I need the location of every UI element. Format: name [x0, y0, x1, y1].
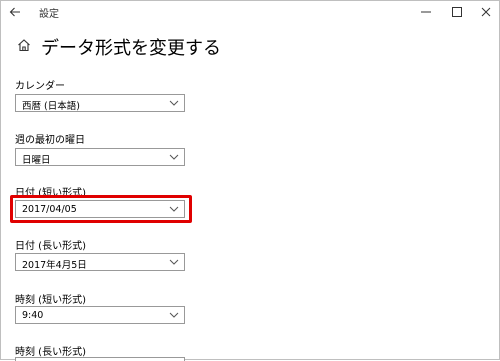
minimize-icon [421, 11, 431, 13]
chevron-down-icon [169, 154, 179, 160]
short-time-dropdown[interactable]: 9:40 [15, 306, 185, 324]
first-day-of-week-label: 週の最初の曜日 [15, 135, 85, 146]
short-time-label: 時刻 (短い形式) [15, 295, 86, 306]
long-time-label: 時刻 (長い形式) [15, 347, 86, 358]
app-title: 設定 [39, 9, 59, 20]
maximize-icon [452, 7, 462, 17]
back-arrow-icon [9, 7, 20, 17]
long-date-dropdown[interactable]: 2017年4月5日 [15, 253, 185, 271]
long-date-label: 日付 (長い形式) [15, 241, 86, 252]
chevron-down-icon [169, 259, 179, 265]
maximize-button[interactable] [442, 1, 472, 23]
first-day-of-week-dropdown[interactable]: 日曜日 [15, 148, 185, 166]
chevron-down-icon [169, 100, 179, 106]
minimize-button[interactable] [411, 1, 441, 23]
close-icon [481, 7, 491, 17]
calendar-dropdown[interactable]: 西暦 (日本語) [15, 94, 185, 112]
calendar-label: カレンダー [15, 81, 65, 92]
highlight-box [10, 195, 192, 223]
chevron-down-icon [169, 312, 179, 318]
calendar-value: 西暦 (日本語) [22, 101, 80, 112]
long-date-value: 2017年4月5日 [22, 260, 87, 271]
title-bar: 設定 [1, 1, 499, 23]
long-time-dropdown[interactable] [15, 357, 185, 361]
home-icon[interactable] [17, 38, 31, 52]
page-title: データ形式を変更する [41, 38, 221, 59]
short-time-value: 9:40 [22, 310, 44, 321]
back-button[interactable] [1, 1, 29, 23]
first-day-of-week-value: 日曜日 [22, 155, 51, 166]
close-button[interactable] [471, 1, 500, 23]
